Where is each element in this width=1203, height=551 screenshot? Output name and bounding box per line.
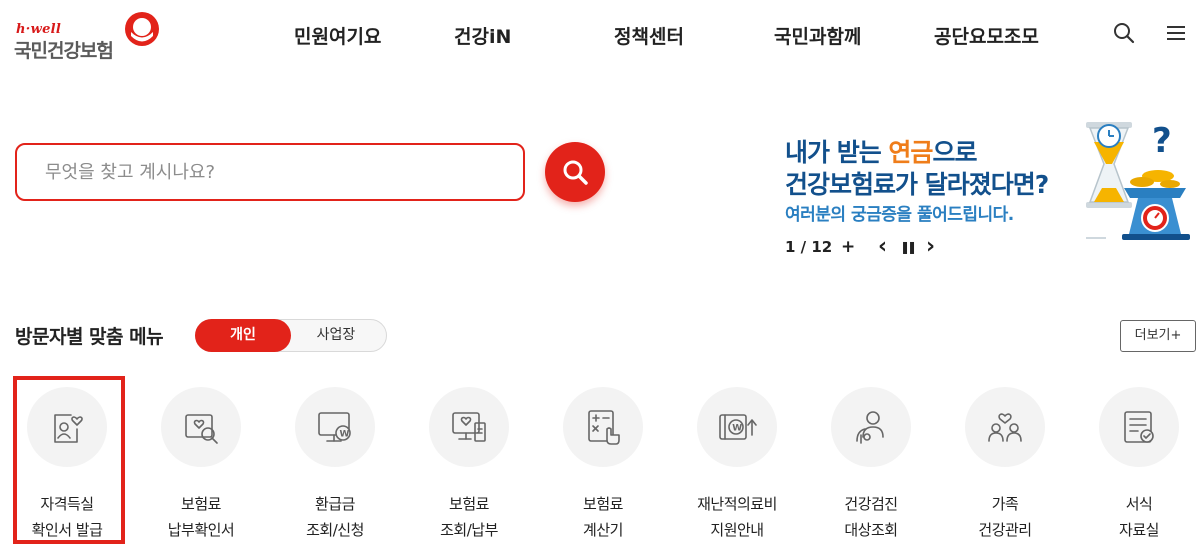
menu-label-line2: 계산기 xyxy=(583,521,623,539)
main-nav: 민원여기요 건강iN 정책센터 국민과함께 공단요모조모 xyxy=(0,22,1203,48)
more-button[interactable]: 더보기+ xyxy=(1120,320,1196,352)
menu-label: 가족 건강관리 xyxy=(938,491,1072,543)
banner-add-button[interactable]: + xyxy=(841,236,855,258)
menu-icon-circle xyxy=(161,387,241,467)
menu-label: 건강검진 대상조회 xyxy=(804,491,938,543)
menu-item-qualification-certificate[interactable]: 자격득실 확인서 발급 xyxy=(0,380,134,540)
menu-label: 재난적의료비 지원안내 xyxy=(670,491,804,543)
search-icon xyxy=(563,160,588,185)
banner-next-button[interactable]: › xyxy=(926,236,935,258)
banner-subline[interactable]: 여러분의 궁금증을 풀어드립니다. xyxy=(785,200,1014,225)
menu-icon-circle: W xyxy=(295,387,375,467)
banner-text: 내가 받는 xyxy=(785,138,889,167)
visitor-type-toggle: 개인 사업장 xyxy=(195,319,387,352)
search-button[interactable] xyxy=(545,142,605,202)
menu-label-line1: 보험료 xyxy=(583,495,623,513)
search-box xyxy=(15,143,525,201)
nav-item-with-citizens[interactable]: 국민과함께 xyxy=(774,22,861,49)
pager-total: 12 xyxy=(811,238,833,256)
menu-label-line1: 서식 xyxy=(1125,495,1153,513)
menu-label-line2: 건강관리 xyxy=(978,521,1032,539)
tab-business[interactable]: 사업장 xyxy=(288,319,384,352)
premium-inquiry-icon xyxy=(452,412,486,442)
pager-separator: / xyxy=(795,238,812,256)
tab-individual[interactable]: 개인 xyxy=(195,319,291,352)
menu-icon-circle xyxy=(563,387,643,467)
svg-text:W: W xyxy=(340,430,350,440)
banner-headline-2[interactable]: 건강보험료가 달라졌다면? xyxy=(785,165,1049,201)
banner-text: 으로 xyxy=(932,138,977,167)
banner-prev-button[interactable]: ‹ xyxy=(878,236,887,258)
menu-icon-circle xyxy=(831,387,911,467)
menu-label-line2: 대상조회 xyxy=(844,521,898,539)
menu-label-line2: 확인서 발급 xyxy=(31,521,103,539)
menu-label: 자격득실 확인서 발급 xyxy=(0,491,134,543)
menu-icon-circle xyxy=(27,387,107,467)
refund-monitor-icon: W xyxy=(318,412,351,442)
menu-label-line1: 보험료 xyxy=(181,495,221,513)
banner-pager: 1 / 12 xyxy=(785,238,832,256)
menu-label: 서식 자료실 xyxy=(1072,491,1203,543)
menu-label-line2: 조회/신청 xyxy=(306,521,364,539)
menu-item-payment-confirmation[interactable]: 보험료 납부확인서 xyxy=(134,380,268,540)
menu-item-family-health[interactable]: 가족 건강관리 xyxy=(938,380,1072,540)
menu-label-line2: 지원안내 xyxy=(710,521,764,539)
menu-label-line2: 조회/납부 xyxy=(440,521,498,539)
menu-item-premium-inquiry[interactable]: 보험료 조회/납부 xyxy=(402,380,536,540)
pension-scale-illustration-icon: ? xyxy=(1086,121,1190,240)
menu-icon[interactable] xyxy=(1165,22,1187,44)
menu-label-line1: 자격득실 xyxy=(40,495,94,513)
search-icon[interactable] xyxy=(1113,22,1135,44)
health-checkup-icon xyxy=(856,411,884,444)
menu-label: 환급금 조회/신청 xyxy=(268,491,402,543)
menu-label: 보험료 조회/납부 xyxy=(402,491,536,543)
nav-item-civil-service[interactable]: 민원여기요 xyxy=(294,22,381,49)
menu-label: 보험료 납부확인서 xyxy=(134,491,268,543)
menu-item-health-checkup[interactable]: 건강검진 대상조회 xyxy=(804,380,938,540)
menu-item-form-archive[interactable]: 서식 자료실 xyxy=(1072,380,1203,540)
menu-icon-circle: W xyxy=(697,387,777,467)
banner-pause-button[interactable]: ❚❚ xyxy=(900,236,917,258)
calculator-icon xyxy=(588,410,620,445)
svg-text:W: W xyxy=(732,424,742,434)
menu-label: 보험료 계산기 xyxy=(536,491,670,543)
search-input[interactable] xyxy=(17,145,523,199)
section-title: 방문자별 맞춤 메뉴 xyxy=(15,326,164,348)
menu-item-medical-support[interactable]: W 재난적의료비 지원안내 xyxy=(670,380,804,540)
form-archive-icon xyxy=(1124,411,1154,443)
menu-label-line2: 자료실 xyxy=(1119,521,1159,539)
medical-support-icon: W xyxy=(719,414,757,440)
banner-headline-1[interactable]: 내가 받는 연금으로 xyxy=(785,133,977,169)
menu-label-line1: 환급금 xyxy=(315,495,355,513)
menu-icon-circle xyxy=(1099,387,1179,467)
menu-label-line1: 건강검진 xyxy=(844,495,898,513)
menu-label-line2: 납부확인서 xyxy=(167,521,235,539)
menu-item-refund[interactable]: W 환급금 조회/신청 xyxy=(268,380,402,540)
banner-highlight: 연금 xyxy=(888,138,933,167)
qualification-certificate-icon xyxy=(54,414,83,443)
menu-icon-circle xyxy=(965,387,1045,467)
menu-label-line1: 가족 xyxy=(991,495,1019,513)
menu-item-calculator[interactable]: 보험료 계산기 xyxy=(536,380,670,540)
svg-text:?: ? xyxy=(1152,121,1172,161)
menu-label-line1: 재난적의료비 xyxy=(697,495,777,513)
menu-label-line1: 보험료 xyxy=(449,495,489,513)
nav-item-about-corp[interactable]: 공단요모조모 xyxy=(934,22,1039,49)
nav-item-policy-center[interactable]: 정책센터 xyxy=(614,22,684,49)
payment-confirmation-icon xyxy=(185,414,218,444)
family-health-icon xyxy=(988,413,1022,442)
pager-current: 1 xyxy=(785,238,796,256)
nav-item-health-in[interactable]: 건강iN xyxy=(454,22,511,49)
menu-icon-circle xyxy=(429,387,509,467)
